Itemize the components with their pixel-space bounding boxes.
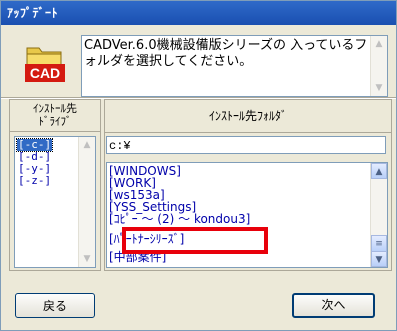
scroll-up-icon[interactable]: ▲ bbox=[79, 137, 95, 153]
path-field[interactable]: c:¥ bbox=[106, 136, 386, 154]
scroll-down-icon[interactable]: ▼ bbox=[371, 80, 387, 96]
update-dialog: ｱｯﾌﾟﾃﾞｰﾄ CAD CADVer.6.0機械設備版シリーズの 入っているフ… bbox=[0, 0, 397, 331]
drive-list[interactable]: [-c-] [-d-] [-y-] [-z-] ▲ ▼ bbox=[14, 136, 96, 268]
folder-cad-icon: CAD bbox=[25, 47, 65, 82]
folder-header: ｲﾝｽﾄｰﾙ先ﾌｫﾙﾀﾞ bbox=[105, 100, 391, 133]
scroll-down-icon[interactable]: ▼ bbox=[79, 251, 95, 267]
logo-text: CAD bbox=[30, 65, 60, 81]
window-title: ｱｯﾌﾟﾃﾞｰﾄ bbox=[7, 6, 59, 20]
title-bar[interactable]: ｱｯﾌﾟﾃﾞｰﾄ bbox=[1, 1, 396, 25]
message-scrollbar[interactable]: ▲ ▼ bbox=[370, 36, 387, 96]
scroll-down-icon[interactable]: ▼ bbox=[371, 251, 387, 267]
drive-header: ｲﾝｽﾄｰﾙ先 ﾄﾞﾗｲﾌﾞ bbox=[10, 100, 100, 132]
drive-panel: ｲﾝｽﾄｰﾙ先 ﾄﾞﾗｲﾌﾞ [-c-] [-d-] [-y-] [-z-] ▲… bbox=[9, 99, 101, 271]
highlight-box bbox=[122, 227, 268, 254]
scroll-up-icon[interactable]: ▲ bbox=[371, 36, 387, 52]
next-button[interactable]: 次へ bbox=[292, 293, 375, 318]
back-button[interactable]: 戻る bbox=[15, 293, 95, 318]
drive-item[interactable]: [-z-] bbox=[17, 175, 52, 187]
folder-item[interactable]: [ｺﾋﾟｰ ～ (2) ～ kondou3] bbox=[109, 213, 250, 225]
folder-scrollbar[interactable]: ▲ ≡ ▼ bbox=[370, 163, 387, 267]
scroll-up-icon[interactable]: ▲ bbox=[371, 163, 387, 179]
drive-scrollbar[interactable]: ▲ ▼ bbox=[78, 137, 95, 267]
message-text: CADVer.6.0機械設備版シリーズの 入っているフォルダを選択してください。 bbox=[84, 38, 368, 69]
message-box: CADVer.6.0機械設備版シリーズの 入っているフォルダを選択してください。… bbox=[81, 35, 388, 97]
